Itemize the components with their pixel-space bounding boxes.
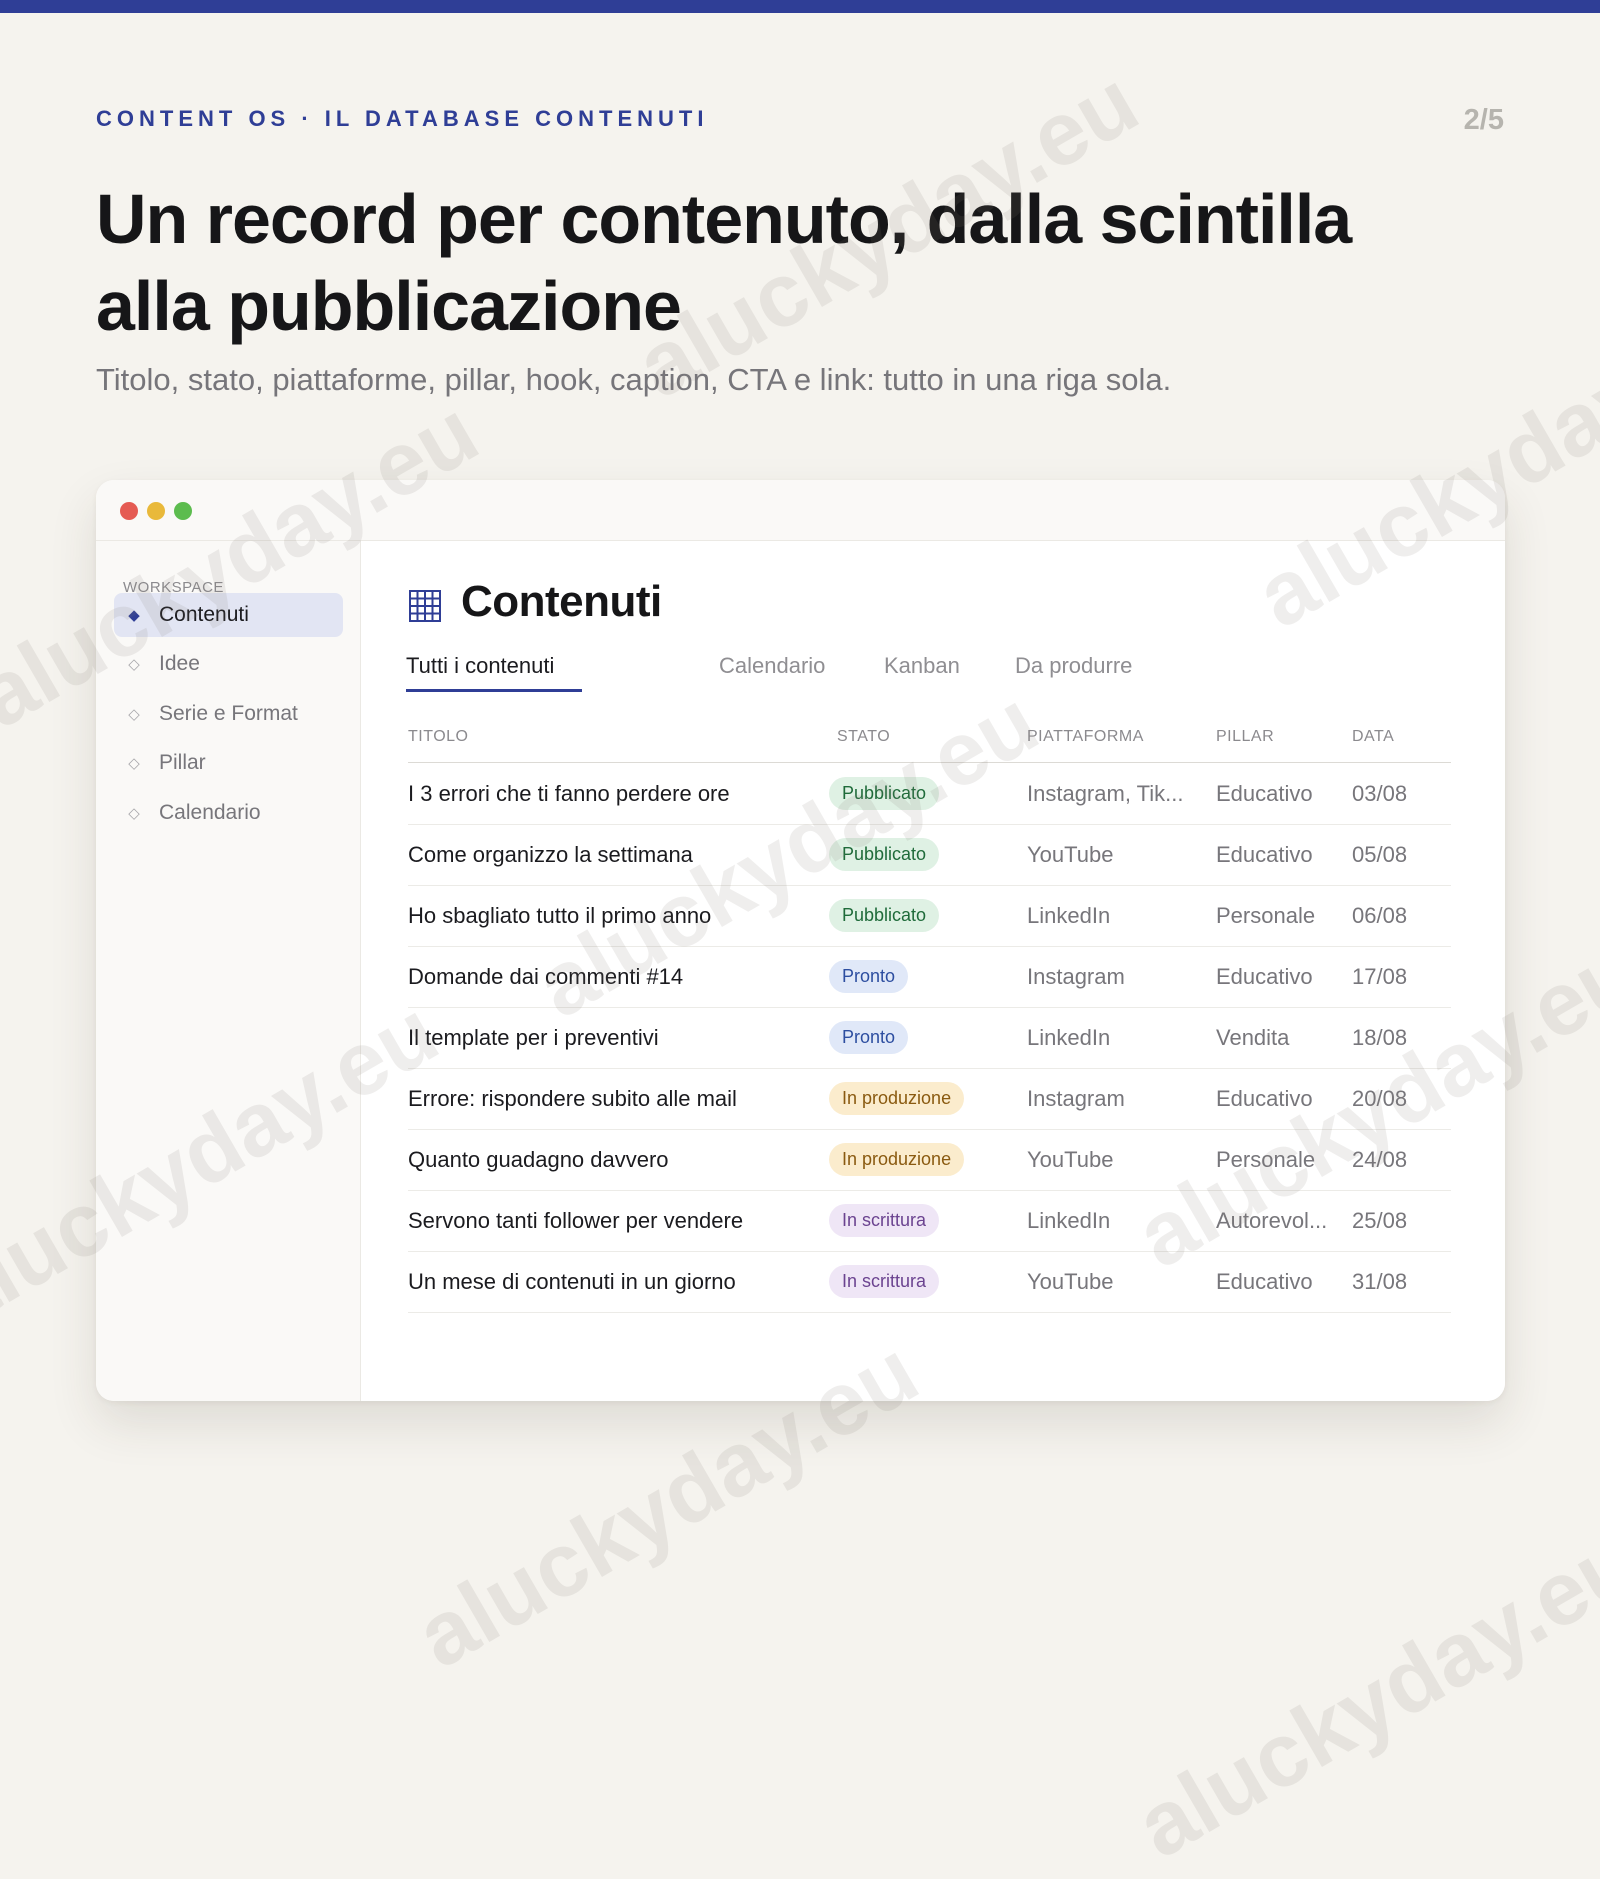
status-badge[interactable]: In produzione bbox=[829, 1143, 965, 1176]
cell-titolo[interactable]: Ho sbagliato tutto il primo anno bbox=[408, 885, 711, 946]
cell-data[interactable]: 18/08 bbox=[1352, 1007, 1407, 1068]
table-row[interactable]: I 3 errori che ti fanno perdere ore Pubbl… bbox=[408, 763, 1451, 825]
cell-titolo[interactable]: Il template per i preventivi bbox=[408, 1007, 659, 1068]
cell-piattaforma[interactable]: LinkedIn bbox=[1027, 885, 1197, 946]
window-titlebar bbox=[96, 480, 1505, 541]
status-badge[interactable]: In scrittura bbox=[829, 1265, 940, 1298]
status-badge[interactable]: Pronto bbox=[829, 1021, 909, 1054]
diamond-outline-icon: ◇ bbox=[128, 656, 140, 673]
status-badge[interactable]: Pronto bbox=[829, 960, 909, 993]
status-badge[interactable]: Pubblicato bbox=[829, 838, 940, 871]
column-header-stato[interactable]: STATO bbox=[837, 728, 890, 746]
diamond-filled-icon: ◆ bbox=[128, 607, 140, 624]
sidebar: WORKSPACE ◆ Contenuti ◇ Idee ◇ Serie e F… bbox=[96, 541, 361, 1401]
sidebar-item-contenuti[interactable]: ◆ Contenuti bbox=[114, 593, 343, 637]
cell-pillar[interactable]: Educativo bbox=[1216, 946, 1336, 1007]
cell-data[interactable]: 31/08 bbox=[1352, 1251, 1407, 1312]
close-window-button[interactable] bbox=[120, 502, 138, 520]
page-indicator: 2/5 bbox=[1463, 104, 1504, 136]
column-header-pillar[interactable]: PILLAR bbox=[1216, 728, 1274, 746]
cell-data[interactable]: 03/08 bbox=[1352, 763, 1407, 824]
cell-titolo[interactable]: Domande dai commenti #14 bbox=[408, 946, 683, 1007]
table-row[interactable]: Ho sbagliato tutto il primo anno Pubblica… bbox=[408, 885, 1451, 947]
cell-piattaforma[interactable]: YouTube bbox=[1027, 824, 1197, 885]
cell-pillar[interactable]: Educativo bbox=[1216, 824, 1336, 885]
subtitle: Titolo, stato, piattaforme, pillar, hook… bbox=[96, 362, 1172, 397]
diamond-outline-icon: ◇ bbox=[128, 706, 140, 723]
database-title: Contenuti bbox=[461, 577, 662, 626]
sidebar-item-serie-e-format[interactable]: ◇ Serie e Format bbox=[114, 692, 343, 736]
cell-piattaforma[interactable]: LinkedIn bbox=[1027, 1007, 1197, 1068]
cell-data[interactable]: 06/08 bbox=[1352, 885, 1407, 946]
table-row[interactable]: Errore: rispondere subito alle mail In pr… bbox=[408, 1068, 1451, 1130]
cell-titolo[interactable]: Un mese di contenuti in un giorno bbox=[408, 1251, 736, 1312]
diamond-outline-icon: ◇ bbox=[128, 755, 140, 772]
minimize-window-button[interactable] bbox=[147, 502, 165, 520]
tab-calendario[interactable]: Calendario bbox=[719, 653, 825, 689]
eyebrow-label: CONTENT OS · IL DATABASE CONTENUTI bbox=[96, 106, 709, 131]
cell-piattaforma[interactable]: Instagram bbox=[1027, 946, 1197, 1007]
status-badge[interactable]: In scrittura bbox=[829, 1204, 940, 1237]
cell-titolo[interactable]: Come organizzo la settimana bbox=[408, 824, 693, 885]
table-row[interactable]: Servono tanti follower per vendere In scr… bbox=[408, 1190, 1451, 1252]
sidebar-item-label: Calendario bbox=[159, 801, 261, 824]
table-row[interactable]: Come organizzo la settimana Pubblicato You… bbox=[408, 824, 1451, 886]
cell-titolo[interactable]: Servono tanti follower per vendere bbox=[408, 1190, 743, 1251]
table-row[interactable]: Un mese di contenuti in un giorno In scri… bbox=[408, 1251, 1451, 1313]
cell-pillar[interactable]: Autorevol... bbox=[1216, 1190, 1336, 1251]
cell-piattaforma[interactable]: Instagram bbox=[1027, 1068, 1197, 1129]
status-badge[interactable]: Pubblicato bbox=[829, 899, 940, 932]
cell-titolo[interactable]: Quanto guadagno davvero bbox=[408, 1129, 669, 1190]
status-badge[interactable]: In produzione bbox=[829, 1082, 965, 1115]
cell-piattaforma[interactable]: YouTube bbox=[1027, 1251, 1197, 1312]
watermark-text: aluckyday.eu bbox=[1120, 1511, 1600, 1878]
cell-piattaforma[interactable]: LinkedIn bbox=[1027, 1190, 1197, 1251]
table-grid-icon bbox=[409, 590, 441, 622]
cell-data[interactable]: 25/08 bbox=[1352, 1190, 1407, 1251]
sidebar-item-label: Contenuti bbox=[159, 603, 249, 626]
column-header-data[interactable]: DATA bbox=[1352, 728, 1394, 746]
cell-pillar[interactable]: Educativo bbox=[1216, 1251, 1336, 1312]
sidebar-item-pillar[interactable]: ◇ Pillar bbox=[114, 741, 343, 785]
table-row[interactable]: Quanto guadagno davvero In produzione YouT… bbox=[408, 1129, 1451, 1191]
cell-pillar[interactable]: Personale bbox=[1216, 885, 1336, 946]
sidebar-item-idee[interactable]: ◇ Idee bbox=[114, 642, 343, 686]
cell-data[interactable]: 05/08 bbox=[1352, 824, 1407, 885]
tab-kanban[interactable]: Kanban bbox=[884, 653, 960, 689]
table-row[interactable]: Domande dai commenti #14 Pronto Instagram E… bbox=[408, 946, 1451, 1008]
top-accent-bar bbox=[0, 0, 1600, 13]
cell-piattaforma[interactable]: Instagram, Tik... bbox=[1027, 763, 1197, 824]
sidebar-item-calendario[interactable]: ◇ Calendario bbox=[114, 791, 343, 835]
sidebar-item-label: Pillar bbox=[159, 751, 206, 774]
diamond-outline-icon: ◇ bbox=[128, 805, 140, 822]
cell-titolo[interactable]: Errore: rispondere subito alle mail bbox=[408, 1068, 737, 1129]
table-row[interactable]: Il template per i preventivi Pronto Linked… bbox=[408, 1007, 1451, 1069]
cell-pillar[interactable]: Personale bbox=[1216, 1129, 1336, 1190]
column-header-titolo[interactable]: TITOLO bbox=[408, 728, 469, 746]
column-header-piattaforma[interactable]: PIATTAFORMA bbox=[1027, 728, 1144, 746]
active-tab-indicator bbox=[406, 689, 582, 692]
tab-tutti-i-contenuti[interactable]: Tutti i contenuti bbox=[406, 653, 554, 689]
cell-data[interactable]: 20/08 bbox=[1352, 1068, 1407, 1129]
sidebar-item-label: Idee bbox=[159, 652, 200, 675]
maximize-window-button[interactable] bbox=[174, 502, 192, 520]
status-badge[interactable]: Pubblicato bbox=[829, 777, 940, 810]
tab-da-produrre[interactable]: Da produrre bbox=[1015, 653, 1132, 689]
app-window: WORKSPACE ◆ Contenuti ◇ Idee ◇ Serie e F… bbox=[96, 480, 1505, 1401]
headline: Un record per contenuto, dalla scintilla… bbox=[96, 180, 1352, 345]
cell-pillar[interactable]: Vendita bbox=[1216, 1007, 1336, 1068]
cell-titolo[interactable]: I 3 errori che ti fanno perdere ore bbox=[408, 763, 730, 824]
cell-pillar[interactable]: Educativo bbox=[1216, 1068, 1336, 1129]
cell-piattaforma[interactable]: YouTube bbox=[1027, 1129, 1197, 1190]
database-view: Contenuti Tutti i contenuti Calendario K… bbox=[361, 541, 1505, 1401]
cell-data[interactable]: 24/08 bbox=[1352, 1129, 1407, 1190]
cell-pillar[interactable]: Educativo bbox=[1216, 763, 1336, 824]
sidebar-item-label: Serie e Format bbox=[159, 702, 298, 725]
cell-data[interactable]: 17/08 bbox=[1352, 946, 1407, 1007]
